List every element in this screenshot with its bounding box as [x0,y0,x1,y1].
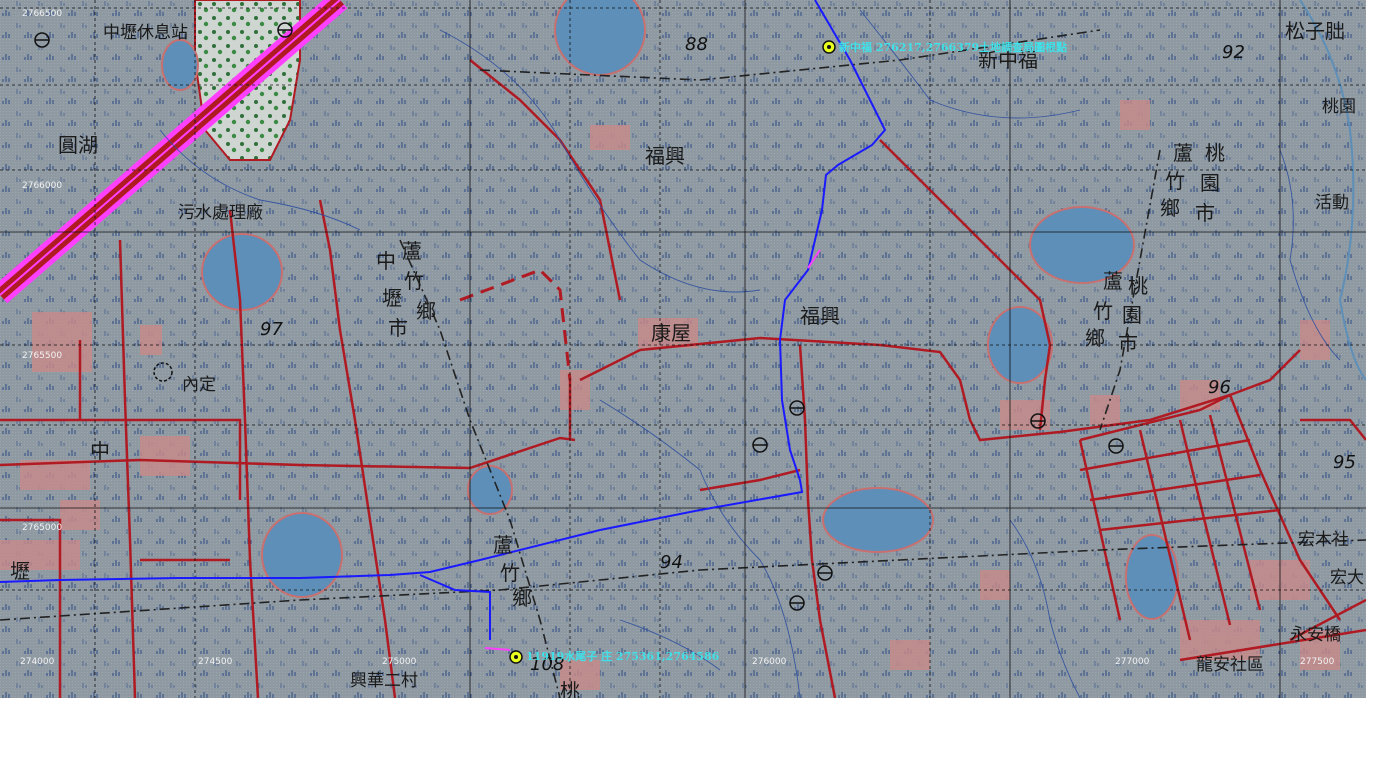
label-zhu-r2: 竹 [1093,299,1113,323]
place-yuanhu: 圓湖 [58,133,98,157]
poi-south-label: 11919水尾子 庄 275361,2764586 [526,649,720,663]
grid-label-n2766500: 2766500 [22,9,62,19]
elev-92: 92 [1222,42,1245,63]
grid-label-e277500: 277500 [1300,657,1335,667]
elev-96: 96 [1208,377,1231,398]
place-sewage-plant: 污水處理廠 [178,202,263,223]
place-yongan: 永安橋 [1290,625,1341,645]
label-xiang-r1: 鄉 [1160,196,1180,220]
grid-label-e274500: 274500 [198,657,233,667]
elev-88: 88 [685,34,708,55]
grid-label-e276000: 276000 [752,657,787,667]
place-bo-left: 壢 [10,559,30,583]
poi-south[interactable]: 11919水尾子 庄 275361,2764586 [509,649,720,664]
place-kangwu: 康屋 [651,321,691,345]
label-lu-l: 蘆 [402,239,422,263]
place-tao-bottom: 桃 [560,679,580,698]
label-lu-c: 蘆 [493,533,513,557]
topographic-map[interactable]: 2766500 2766000 2765500 2765000 274000 2… [0,0,1366,698]
label-xiang-c: 鄉 [512,586,532,610]
label-lu-r2: 蘆 [1103,269,1123,293]
place-longan: 龍安社區 [1196,655,1264,675]
place-taoyuan-edge: 桃園 [1322,97,1356,117]
label-shi-r2: 市 [1118,331,1138,355]
grid-label-n2766000: 2766000 [22,181,62,191]
place-zhongli-rest: 中壢休息站 [103,23,188,43]
label-shi-r1: 市 [1195,201,1215,225]
poi-north[interactable]: 新中福 276217,2766379土地調查局圖根點 [822,40,1067,54]
place-zhong: 中 [90,439,110,463]
label-yuan-r2: 園 [1122,303,1142,327]
grid-label-e274000: 274000 [20,657,55,667]
label-xiang-l: 鄉 [416,299,436,323]
place-fuxing-north: 福興 [645,144,685,168]
place-hongda: 宏大 [1330,568,1364,588]
place-xinghua: 興華二村 [350,671,418,691]
label-shi-l: 市 [388,316,408,340]
elev-94: 94 [660,552,683,573]
label-tao-r1: 桃 [1205,141,1225,165]
elev-95: 95 [1333,452,1356,473]
label-zhu-r1: 竹 [1165,169,1185,193]
label-zhu-c: 竹 [500,561,520,585]
elev-97: 97 [260,319,283,340]
label-zhongli-c: 中 [376,249,396,273]
place-hongmu: 宏木社 [1298,530,1349,550]
grid-label-n2765000: 2765000 [22,523,62,533]
grid-label-n2765500: 2765500 [22,351,62,361]
label-yuan-r1: 園 [1200,171,1220,195]
label-xiang-r2: 鄉 [1085,326,1105,350]
grid-label-e275000: 275000 [382,657,417,667]
place-songzipi: 松子朏 [1285,19,1345,43]
place-neiding: 內定 [182,375,216,395]
place-fuxing-central: 福興 [800,304,840,328]
label-bo: 壢 [382,286,402,310]
grid-label-e277000: 277000 [1115,657,1150,667]
label-zhu-l: 竹 [404,269,424,293]
poi-north-label: 新中福 276217,2766379土地調查局圖根點 [839,40,1067,54]
label-lu-r1: 蘆 [1173,141,1193,165]
label-tao-r2: 桃 [1128,274,1148,298]
place-huodong: 活動 [1315,193,1349,213]
